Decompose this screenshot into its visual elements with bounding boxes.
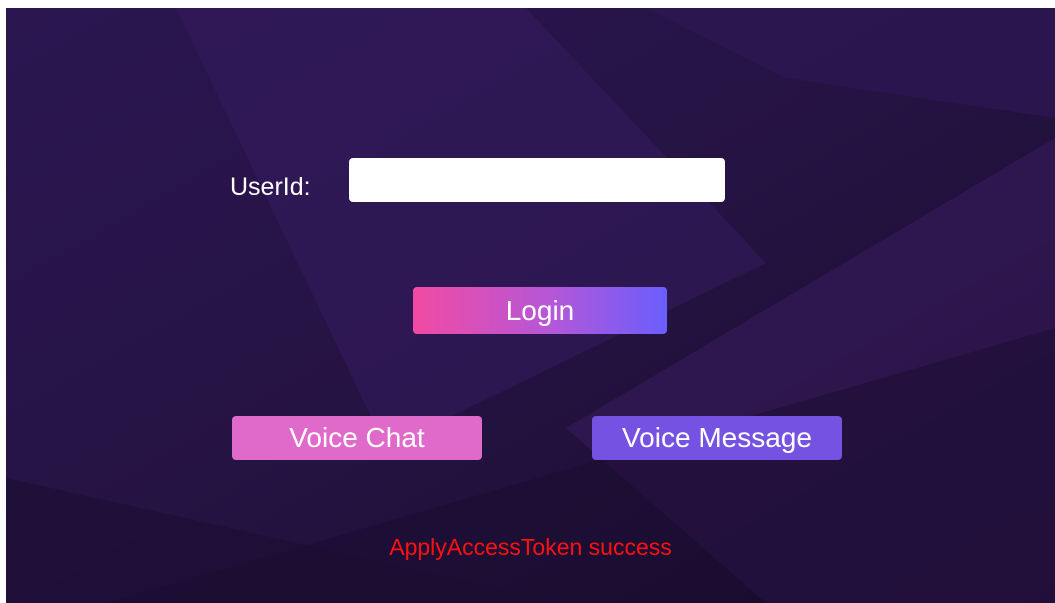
app-window: UserId: Login Voice Chat Voice Message A… <box>6 8 1055 603</box>
status-message: ApplyAccessToken success <box>389 534 672 560</box>
userid-label: UserId: <box>230 173 311 201</box>
login-button[interactable]: Login <box>413 287 667 334</box>
voice-chat-button[interactable]: Voice Chat <box>232 416 482 460</box>
voice-message-button[interactable]: Voice Message <box>592 416 842 460</box>
userid-input[interactable] <box>349 158 725 202</box>
